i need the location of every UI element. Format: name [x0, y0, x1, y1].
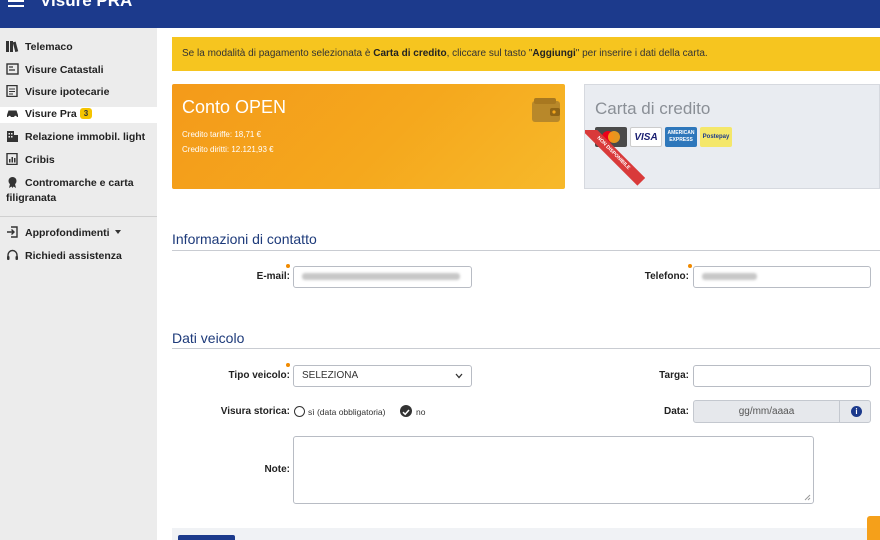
sidebar-item-relazione-immobil[interactable]: Relazione immobil. light [6, 130, 156, 145]
seal-icon [8, 177, 17, 188]
blurred-value [302, 272, 460, 280]
sidebar-item-label-cont: filigranata [6, 192, 57, 204]
visura-storica-si-radio[interactable] [294, 406, 305, 417]
resize-handle-icon[interactable] [804, 494, 811, 501]
feedback-tab[interactable] [867, 516, 880, 540]
wallet-icon [532, 98, 560, 122]
date-info-button[interactable]: i [839, 400, 871, 423]
sidebar-divider [0, 216, 157, 217]
chevron-down-icon [455, 373, 463, 379]
building-icon [7, 131, 18, 142]
document-icon [6, 85, 18, 97]
tipo-veicolo-select[interactable]: SELEZIONA [293, 365, 472, 387]
page-title: Visure PRA [40, 0, 133, 10]
blurred-value [702, 272, 757, 280]
payment-option-carta-credito[interactable]: Carta di credito VISA AMERICAN EXPRESS P… [584, 84, 880, 189]
sidebar-item-label: Visure Catastali [25, 64, 104, 76]
section-divider [172, 250, 880, 251]
sidebar-item-approfondimenti[interactable]: Approfondimenti [6, 226, 156, 241]
sidebar-item-label: Telemaco [25, 41, 73, 53]
non-disponibile-ribbon: NON DISPONIBILE [585, 130, 645, 186]
payment-option-conto-open[interactable]: Conto OPEN Credito tariffe: 18,71 € Cred… [172, 84, 565, 189]
sidebar-item-label: Richiedi assistenza [25, 250, 122, 262]
amex-logo: AMERICAN EXPRESS [665, 127, 697, 147]
sidebar-item-label: Approfondimenti [25, 227, 110, 239]
sidebar-item-label: Visure Pra [25, 108, 77, 120]
tipo-veicolo-label: Tipo veicolo: [228, 370, 291, 381]
sidebar-item-visure-pra[interactable]: Visure Pra 3 [0, 107, 157, 123]
info-icon: i [851, 406, 862, 417]
sidebar: Telemaco Visure Catastali Visure ipoteca… [0, 28, 157, 540]
headset-icon [7, 249, 18, 260]
books-icon [6, 41, 19, 52]
caret-down-icon [114, 230, 121, 234]
check-icon [402, 409, 410, 416]
sidebar-item-label: Cribis [25, 154, 55, 166]
targa-field[interactable] [693, 365, 871, 387]
footer-bar [172, 528, 880, 540]
sidebar-item-visure-catastali[interactable]: Visure Catastali [6, 63, 156, 78]
credito-tariffe: Credito tariffe: 18,71 € [182, 130, 262, 139]
phone-label: Telefono: [644, 271, 689, 282]
required-indicator [688, 264, 692, 268]
visura-storica-no-radio[interactable] [400, 405, 412, 417]
sidebar-item-richiedi-assistenza[interactable]: Richiedi assistenza [6, 249, 156, 264]
sidebar-item-contromarche[interactable]: Contromarche e carta filigranata [6, 176, 156, 206]
note-label: Note: [264, 464, 290, 475]
payment-notice: Se la modalità di pagamento selezionata … [172, 37, 880, 71]
chart-doc-icon [6, 153, 18, 165]
section-divider [172, 348, 880, 349]
primary-button[interactable] [178, 535, 235, 540]
sidebar-item-visure-ipotecarie[interactable]: Visure ipotecarie [6, 85, 156, 100]
sidebar-item-label: Relazione immobil. light [25, 131, 146, 143]
email-label: E-mail: [256, 271, 290, 282]
note-textarea[interactable] [293, 436, 814, 504]
car-icon [7, 110, 18, 119]
section-title-veicolo: Dati veicolo [172, 330, 245, 346]
login-icon [7, 226, 18, 238]
carta-credito-title: Carta di credito [595, 99, 711, 118]
visura-storica-no-label: no [416, 407, 426, 417]
conto-open-title: Conto OPEN [182, 97, 287, 117]
ribbon: NON DISPONIBILE [585, 130, 645, 190]
sidebar-item-telemaco[interactable]: Telemaco [6, 40, 156, 55]
visura-storica-si-label: sì (data obbligatoria) [308, 407, 386, 417]
date-input[interactable]: gg/mm/aaaa [693, 400, 840, 423]
count-badge: 3 [79, 108, 93, 119]
required-indicator [286, 264, 290, 268]
sidebar-item-cribis[interactable]: Cribis [6, 153, 156, 168]
map-icon [6, 63, 19, 75]
postepay-logo: Postepay [700, 127, 732, 147]
tipo-veicolo-value: SELEZIONA [302, 370, 359, 381]
menu-icon[interactable] [8, 0, 24, 10]
phone-field[interactable] [693, 266, 871, 288]
targa-label: Targa: [659, 370, 689, 381]
required-indicator [286, 363, 290, 367]
section-title-contatto: Informazioni di contatto [172, 231, 317, 247]
sidebar-item-label: Contromarche e carta [25, 177, 134, 189]
data-label: Data: [663, 406, 689, 417]
credito-diritti: Credito diritti: 12.121,93 € [182, 145, 274, 154]
email-field[interactable] [293, 266, 472, 288]
visura-storica-label: Visura storica: [220, 406, 290, 417]
sidebar-item-label: Visure ipotecarie [25, 86, 110, 98]
app-header: Visure PRA [0, 0, 880, 28]
